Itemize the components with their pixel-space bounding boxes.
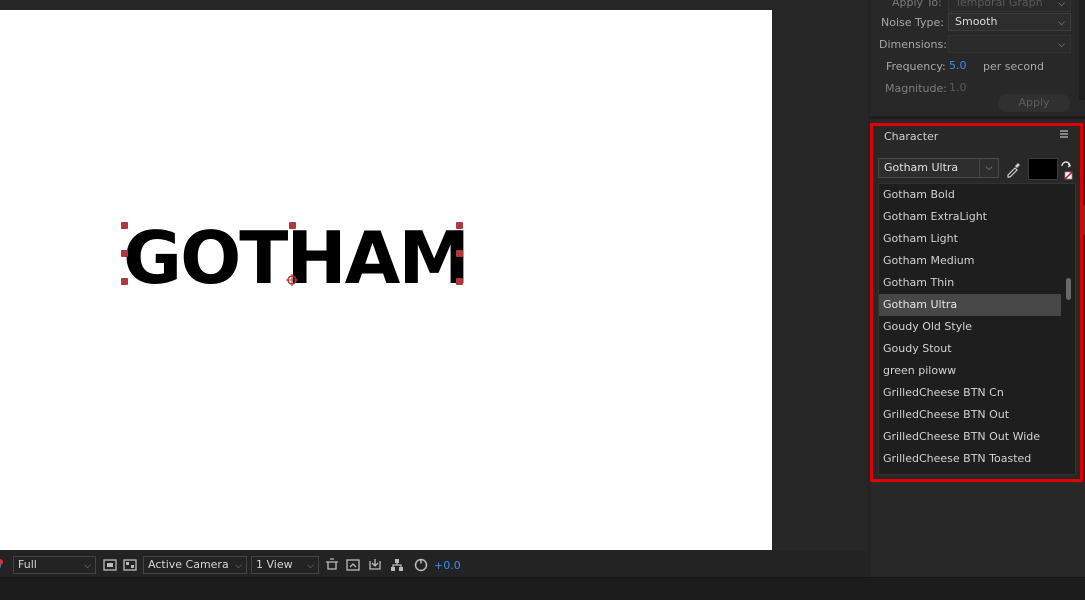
bounding-box-handle[interactable] bbox=[289, 222, 296, 229]
magnitude-label: Magnitude: bbox=[885, 82, 947, 95]
resolution-dropdown[interactable]: Full ⌵ bbox=[13, 556, 96, 574]
apply-to-label: Apply To: bbox=[892, 0, 942, 9]
character-panel-highlight bbox=[870, 123, 1083, 482]
transparency-grid-icon[interactable] bbox=[122, 557, 138, 573]
status-bar bbox=[0, 577, 1085, 600]
3d-draft-icon[interactable] bbox=[324, 557, 340, 573]
apply-to-dropdown[interactable]: Temporal Graph ⌵ bbox=[948, 0, 1071, 12]
chevron-down-icon: ⌵ bbox=[1058, 40, 1065, 50]
composition-canvas[interactable]: GOTHAM bbox=[0, 10, 772, 550]
region-of-interest-icon[interactable] bbox=[102, 557, 118, 573]
exposure-value[interactable]: +0.0 bbox=[434, 559, 461, 572]
resolution-value: Full bbox=[18, 558, 37, 571]
bounding-box-handle[interactable] bbox=[456, 278, 463, 285]
dimensions-dropdown[interactable]: ⌵ bbox=[948, 35, 1071, 53]
bounding-box-handle[interactable] bbox=[121, 250, 128, 257]
reset-exposure-icon[interactable] bbox=[413, 557, 429, 573]
panel-scrollbar[interactable] bbox=[1079, 0, 1085, 100]
show-snapshot-icon[interactable] bbox=[367, 557, 383, 573]
camera-dropdown[interactable]: Active Camera ⌵ bbox=[143, 556, 247, 574]
frequency-unit: per second bbox=[983, 60, 1044, 73]
bounding-box-handle[interactable] bbox=[121, 222, 128, 229]
composition-viewer: GOTHAM bbox=[0, 0, 868, 551]
frequency-label: Frequency: bbox=[886, 60, 946, 73]
chevron-down-icon: ⌵ bbox=[307, 561, 314, 571]
noise-type-dropdown[interactable]: Smooth ⌵ bbox=[948, 13, 1071, 31]
viewer-toolbar: Full ⌵ Active Camera ⌵ 1 View ⌵ +0.0 bbox=[0, 553, 868, 577]
flowchart-icon[interactable] bbox=[389, 557, 405, 573]
snapshot-icon[interactable] bbox=[345, 557, 361, 573]
bounding-box-handle[interactable] bbox=[121, 278, 128, 285]
bounding-box-handle[interactable] bbox=[456, 222, 463, 229]
noise-type-label: Noise Type: bbox=[881, 16, 944, 29]
camera-value: Active Camera bbox=[148, 558, 229, 571]
chevron-down-icon: ⌵ bbox=[1058, 18, 1065, 28]
dimensions-label: Dimensions: bbox=[879, 38, 947, 51]
panel-divider bbox=[871, 116, 1085, 119]
bounding-box-handle[interactable] bbox=[456, 250, 463, 257]
views-dropdown[interactable]: 1 View ⌵ bbox=[251, 556, 319, 574]
chevron-down-icon: ⌵ bbox=[235, 561, 242, 571]
color-channel-icon[interactable] bbox=[0, 558, 6, 570]
views-value: 1 View bbox=[256, 558, 293, 571]
chevron-down-icon: ⌵ bbox=[84, 561, 91, 571]
magnitude-value[interactable]: 1.0 bbox=[949, 81, 967, 94]
frequency-value[interactable]: 5.0 bbox=[949, 59, 967, 72]
wiggler-panel: Apply To: Temporal Graph ⌵ Noise Type: S… bbox=[871, 0, 1085, 118]
anchor-point-icon[interactable] bbox=[286, 274, 298, 286]
apply-button[interactable]: Apply bbox=[998, 94, 1070, 112]
apply-to-value: Temporal Graph bbox=[955, 0, 1043, 9]
noise-type-value: Smooth bbox=[955, 15, 998, 28]
chevron-down-icon: ⌵ bbox=[1058, 0, 1065, 9]
